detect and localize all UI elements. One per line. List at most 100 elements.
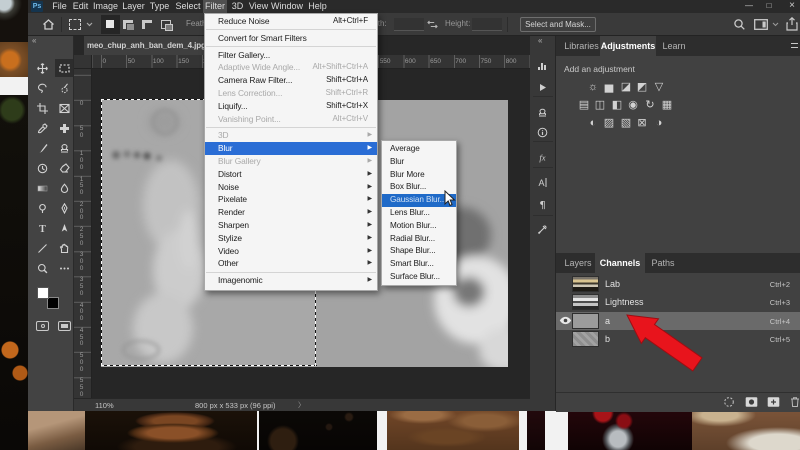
height-field[interactable] xyxy=(472,18,502,31)
quick-selection-tool[interactable] xyxy=(55,79,73,97)
path-selection-tool[interactable] xyxy=(55,219,73,237)
spot-healing-brush-tool[interactable] xyxy=(55,119,73,137)
paragraph-panel-button[interactable]: ¶ xyxy=(537,197,550,210)
blur-submenu-item-radial-blur[interactable]: Radial Blur... xyxy=(382,233,456,246)
filter-menu-item-reduce-noise[interactable]: Reduce Noise Alt+Ctrl+F xyxy=(205,15,377,28)
filter-menu-item-adaptive-wide-angle[interactable]: Adaptive Wide Angle... Alt+Shift+Ctrl+A xyxy=(205,61,377,74)
filter-menu-item-noise[interactable]: Noise ▶ xyxy=(205,181,377,194)
filter-menu-item-3d[interactable]: 3D ▶ xyxy=(205,129,377,142)
move-tool[interactable] xyxy=(33,59,51,77)
filter-menu-item-imagenomic[interactable]: Imagenomic ▶ xyxy=(205,274,377,287)
blur-submenu-item-blur-more[interactable]: Blur More xyxy=(382,169,456,182)
share-icon[interactable] xyxy=(786,17,798,31)
tab-learn[interactable]: Learn xyxy=(660,36,688,56)
tool-preset-marquee-icon[interactable] xyxy=(69,19,81,30)
hand-tool[interactable] xyxy=(55,239,73,257)
adjustment-color-balance-icon[interactable]: ◫ xyxy=(593,99,607,111)
adjustment-selective-color-icon[interactable]: ◑ xyxy=(652,117,666,129)
filter-menu-item-pixelate[interactable]: Pixelate ▶ xyxy=(205,193,377,206)
menu-type[interactable]: Type xyxy=(148,0,171,13)
menu-help[interactable]: Help xyxy=(306,0,329,13)
filter-menu-item-convert-for-smart-filters[interactable]: Convert for Smart Filters xyxy=(205,32,377,45)
intersect-selection-mode[interactable] xyxy=(161,20,171,29)
menu-3d[interactable]: 3D xyxy=(230,0,245,13)
select-and-mask-button[interactable]: Select and Mask... xyxy=(520,17,596,32)
adjustment-brightness-contrast-icon[interactable]: ☼ xyxy=(586,81,600,93)
frame-tool[interactable] xyxy=(55,99,73,117)
close-button[interactable]: × xyxy=(783,0,800,12)
channel-row-lightness[interactable]: Lightness Ctrl+3 xyxy=(556,293,800,311)
filter-menu-item-sharpen[interactable]: Sharpen ▶ xyxy=(205,219,377,232)
character-panel-button[interactable]: A xyxy=(537,175,550,188)
new-selection-mode[interactable] xyxy=(101,15,120,34)
blur-submenu-item-shape-blur[interactable]: Shape Blur... xyxy=(382,245,456,258)
line-tool[interactable] xyxy=(33,239,51,257)
tab-libraries[interactable]: Libraries xyxy=(563,36,600,56)
adjustment-threshold-icon[interactable]: ▧ xyxy=(619,117,633,129)
filter-menu-item-distort[interactable]: Distort ▶ xyxy=(205,168,377,181)
foreground-color-swatch[interactable] xyxy=(37,287,49,299)
minimize-button[interactable]: — xyxy=(740,0,758,12)
subtract-selection-mode[interactable] xyxy=(142,20,152,29)
status-chevron-icon[interactable]: 〉 xyxy=(298,399,305,412)
menu-layer[interactable]: Layer xyxy=(121,0,146,13)
menu-edit[interactable]: Edit xyxy=(71,0,90,13)
adjustment-posterize-icon[interactable]: ▨ xyxy=(602,117,616,129)
tab-paths[interactable]: Paths xyxy=(650,253,676,273)
visibility-eye-icon[interactable] xyxy=(559,316,572,325)
rectangular-marquee-tool[interactable] xyxy=(55,59,73,77)
adjustment-photo-filter-icon[interactable]: ◉ xyxy=(626,99,640,111)
adjustment-invert-icon[interactable]: ◐ xyxy=(586,117,600,129)
adjustment-color-lookup-icon[interactable]: ▦ xyxy=(660,99,674,111)
brush-tool[interactable] xyxy=(33,139,51,157)
blur-submenu-item-motion-blur[interactable]: Motion Blur... xyxy=(382,220,456,233)
blur-submenu-item-average[interactable]: Average xyxy=(382,143,456,156)
tab-adjustments[interactable]: Adjustments xyxy=(600,36,656,56)
filter-menu-item-video[interactable]: Video ▶ xyxy=(205,245,377,258)
clone-source-panel-button[interactable] xyxy=(537,105,550,118)
tab-layers[interactable]: Layers xyxy=(563,253,593,273)
collapse-dock-icon[interactable]: « xyxy=(538,37,542,45)
add-selection-mode[interactable] xyxy=(123,20,133,29)
adjustment-levels-icon[interactable]: ▅ xyxy=(602,81,616,93)
delete-channel-icon[interactable] xyxy=(789,396,800,408)
filter-menu-item-blur[interactable]: Blur ▶ xyxy=(205,142,377,155)
adjustment-exposure-icon[interactable]: ◩ xyxy=(635,81,649,93)
dodge-tool[interactable] xyxy=(33,199,51,217)
filter-menu-item-blur-gallery[interactable]: Blur Gallery ▶ xyxy=(205,155,377,168)
clone-stamp-tool[interactable] xyxy=(55,139,73,157)
menu-window[interactable]: Window xyxy=(271,0,303,13)
menu-file[interactable]: File xyxy=(50,0,69,13)
menu-select[interactable]: Select xyxy=(174,0,202,13)
load-selection-icon[interactable] xyxy=(723,396,735,408)
filter-menu-item-vanishing-point[interactable]: Vanishing Point... Alt+Ctrl+V xyxy=(205,113,377,126)
panel-menu-icon[interactable] xyxy=(791,43,798,48)
blur-tool[interactable] xyxy=(55,179,73,197)
adjustment-gradient-map-icon[interactable]: ⊠ xyxy=(635,117,649,129)
quick-mask-icon[interactable] xyxy=(36,321,49,331)
filter-menu-item-render[interactable]: Render ▶ xyxy=(205,206,377,219)
styles-panel-button[interactable]: fx xyxy=(537,150,550,163)
history-brush-tool[interactable] xyxy=(33,159,51,177)
filter-menu-item-other[interactable]: Other ▶ xyxy=(205,257,377,270)
blur-submenu-item-lens-blur[interactable]: Lens Blur... xyxy=(382,207,456,220)
adjustment-channel-mixer-icon[interactable]: ↻ xyxy=(643,99,657,111)
eraser-tool[interactable] xyxy=(55,159,73,177)
search-icon[interactable] xyxy=(733,18,746,31)
zoom-tool[interactable] xyxy=(33,259,51,277)
actions-panel-button[interactable] xyxy=(537,80,550,93)
adjustment-hue-saturation-icon[interactable]: ▤ xyxy=(577,99,591,111)
filter-menu-item-lens-correction[interactable]: Lens Correction... Shift+Ctrl+R xyxy=(205,87,377,100)
histogram-panel-button[interactable] xyxy=(537,58,550,71)
info-panel-button[interactable] xyxy=(537,125,550,138)
menu-view[interactable]: View xyxy=(247,0,270,13)
new-channel-icon[interactable] xyxy=(767,396,780,408)
save-selection-as-channel-icon[interactable] xyxy=(745,396,758,408)
maximize-button[interactable]: □ xyxy=(760,0,778,12)
blur-submenu-item-smart-blur[interactable]: Smart Blur... xyxy=(382,258,456,271)
filter-menu-item-liquify[interactable]: Liquify... Shift+Ctrl+X xyxy=(205,100,377,113)
pen-tool[interactable] xyxy=(55,199,73,217)
eyedropper-tool[interactable] xyxy=(33,119,51,137)
filter-menu-item-stylize[interactable]: Stylize ▶ xyxy=(205,232,377,245)
screen-mode-icon[interactable] xyxy=(58,321,71,331)
